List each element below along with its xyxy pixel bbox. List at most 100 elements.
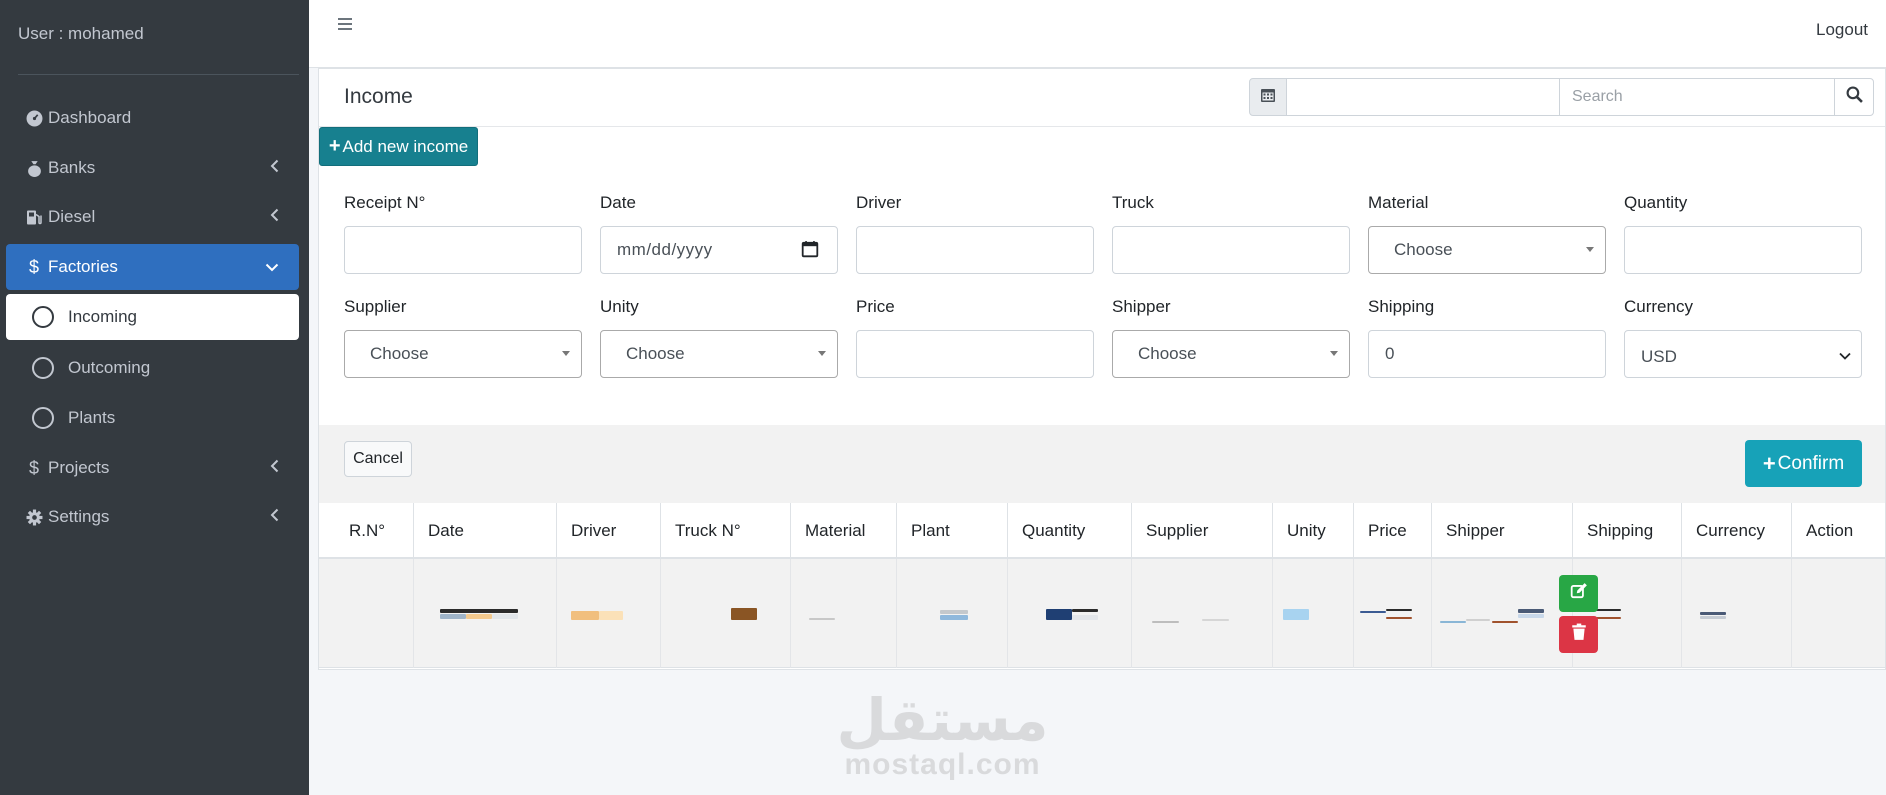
sidebar-item-label: Projects xyxy=(48,458,110,477)
confirm-button-label: Confirm xyxy=(1777,452,1845,474)
currency-select-value: USD xyxy=(1641,347,1677,366)
sidebar-item-diesel[interactable]: Diesel xyxy=(6,194,299,240)
add-new-income-button[interactable]: + Add new income xyxy=(319,127,478,166)
table-cell xyxy=(1792,559,1885,668)
supplier-select[interactable]: Choose xyxy=(344,330,582,378)
price-field[interactable] xyxy=(856,330,1094,378)
chevron-down-icon xyxy=(265,257,279,277)
table-row xyxy=(319,559,1885,668)
truck-label: Truck xyxy=(1112,193,1154,212)
shipping-field[interactable]: 0 xyxy=(1368,330,1606,378)
sidebar-subitem-plants[interactable]: Plants xyxy=(6,395,299,441)
plus-icon: + xyxy=(1762,450,1776,476)
delete-button[interactable] xyxy=(1559,616,1598,653)
search-button[interactable] xyxy=(1834,78,1874,116)
date-field[interactable]: mm/dd/yyyy xyxy=(600,226,838,274)
sidebar: User : mohamed Dashboard Banks Diesel $ … xyxy=(0,0,309,795)
chevron-left-icon xyxy=(270,158,279,178)
material-label: Material xyxy=(1368,193,1429,212)
column-header[interactable]: Currency xyxy=(1682,503,1792,559)
shipper-select-value: Choose xyxy=(1138,344,1197,363)
table-cell xyxy=(319,559,414,668)
currency-select[interactable]: USD xyxy=(1624,330,1862,378)
chevron-down-icon xyxy=(1839,345,1851,365)
receipt-label: Receipt N° xyxy=(344,193,426,212)
date-label: Date xyxy=(600,193,636,212)
column-header[interactable]: Unity xyxy=(1273,503,1354,559)
material-select-value: Choose xyxy=(1394,240,1453,259)
date-placeholder: mm/dd/yyyy xyxy=(617,240,713,259)
top-navbar: Logout xyxy=(309,0,1886,68)
column-header[interactable]: Action xyxy=(1792,503,1885,559)
column-header[interactable]: Price xyxy=(1354,503,1432,559)
sidebar-item-projects[interactable]: $ Projects xyxy=(6,445,299,491)
quantity-field[interactable] xyxy=(1624,226,1862,274)
gas-pump-icon xyxy=(24,209,44,226)
add-button-label: Add new income xyxy=(342,136,469,156)
calendar-icon[interactable] xyxy=(801,240,819,263)
column-header[interactable]: Shipping xyxy=(1573,503,1682,559)
hamburger-menu-icon[interactable] xyxy=(338,18,352,32)
confirm-button[interactable]: + Confirm xyxy=(1745,440,1862,487)
sidebar-item-settings[interactable]: Settings xyxy=(6,494,299,540)
table-cell xyxy=(1132,559,1273,668)
receipt-field[interactable] xyxy=(344,226,582,274)
watermark: مستقل mostaql.com xyxy=(835,690,1050,780)
edit-icon xyxy=(1570,582,1588,605)
sidebar-subitem-label: Outcoming xyxy=(68,358,151,377)
tachometer-icon xyxy=(24,110,44,127)
column-header[interactable]: Driver xyxy=(557,503,661,559)
table-cell xyxy=(1432,559,1573,668)
chevron-left-icon xyxy=(270,458,279,478)
card-header-divider xyxy=(319,126,1885,127)
shipper-select[interactable]: Choose xyxy=(1112,330,1350,378)
sidebar-subitem-incoming[interactable]: Incoming xyxy=(6,294,299,340)
sidebar-item-label: Factories xyxy=(48,257,118,276)
shipping-label: Shipping xyxy=(1368,297,1435,316)
column-header[interactable]: Material xyxy=(791,503,897,559)
column-header[interactable]: Shipper xyxy=(1432,503,1573,559)
money-bag-icon xyxy=(24,160,44,177)
watermark-latin: mostaql.com xyxy=(844,748,1041,781)
sidebar-subitem-label: Plants xyxy=(68,408,116,427)
search-input[interactable] xyxy=(1559,78,1835,116)
sidebar-subitem-outcoming[interactable]: Outcoming xyxy=(6,345,299,391)
sidebar-item-label: Diesel xyxy=(48,207,96,226)
caret-down-icon xyxy=(1330,351,1338,356)
table-cell xyxy=(557,559,661,668)
column-header[interactable]: Plant xyxy=(897,503,1008,559)
logout-link[interactable]: Logout xyxy=(1816,20,1868,40)
column-header[interactable]: Date xyxy=(414,503,557,559)
date-range-input[interactable] xyxy=(1286,78,1560,116)
price-label: Price xyxy=(856,297,895,316)
column-header[interactable]: R.N° xyxy=(319,503,414,559)
sidebar-item-dashboard[interactable]: Dashboard xyxy=(6,95,299,141)
sidebar-item-factories[interactable]: $ Factories xyxy=(6,244,299,290)
sidebar-subitem-label: Incoming xyxy=(68,307,137,326)
table-cell xyxy=(414,559,557,668)
watermark-arabic: مستقل xyxy=(836,686,1049,754)
edit-button[interactable] xyxy=(1559,575,1598,612)
supplier-label: Supplier xyxy=(344,297,407,316)
quantity-label: Quantity xyxy=(1624,193,1688,212)
page-title: Income xyxy=(344,85,413,108)
column-header[interactable]: Truck N° xyxy=(661,503,791,559)
column-header[interactable]: Supplier xyxy=(1132,503,1273,559)
unity-label: Unity xyxy=(600,297,639,316)
unity-select[interactable]: Choose xyxy=(600,330,838,378)
gear-icon xyxy=(24,509,44,526)
shipping-value: 0 xyxy=(1385,344,1395,363)
column-header[interactable]: Quantity xyxy=(1008,503,1132,559)
calendar-button[interactable] xyxy=(1249,78,1287,116)
dollar-icon: $ xyxy=(28,256,39,277)
currency-label: Currency xyxy=(1624,297,1693,316)
material-select[interactable]: Choose xyxy=(1368,226,1606,274)
sidebar-item-label: Settings xyxy=(48,507,110,526)
table-cell xyxy=(1273,559,1354,668)
table-cell xyxy=(1682,559,1792,668)
truck-field[interactable] xyxy=(1112,226,1350,274)
driver-field[interactable] xyxy=(856,226,1094,274)
cancel-button[interactable]: Cancel xyxy=(344,441,412,477)
calendar-icon xyxy=(1260,87,1276,108)
sidebar-item-banks[interactable]: Banks xyxy=(6,145,299,191)
